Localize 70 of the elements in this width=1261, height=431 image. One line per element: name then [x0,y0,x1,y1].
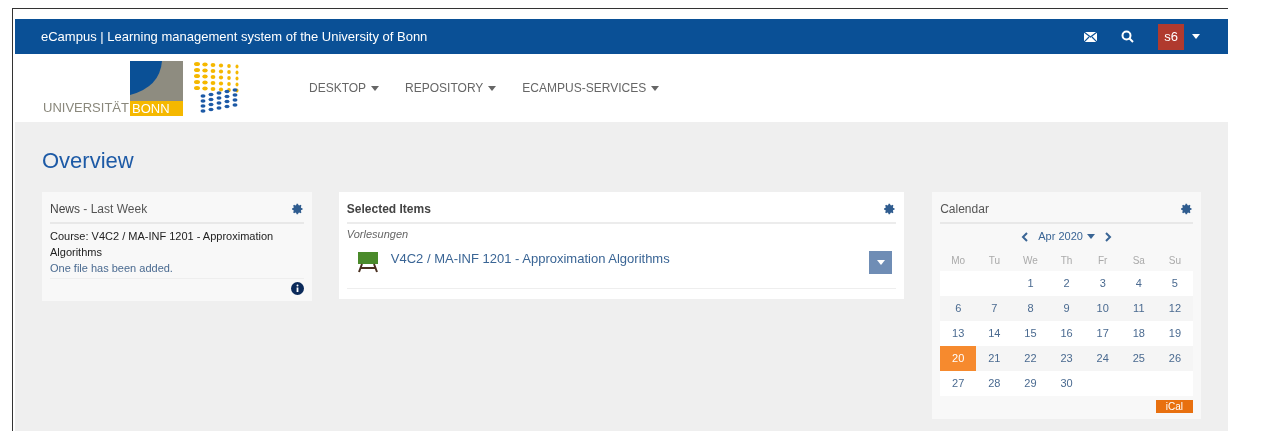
calendar-day[interactable]: 28 [976,371,1013,396]
group-label: Vorlesungen [346,227,410,242]
info-icon[interactable] [290,282,304,295]
news-course: Course: V4C2 / MA-INF 1201 - Approximation Algorithms [50,229,275,260]
calendar-day[interactable]: 21 [976,346,1013,371]
course-link[interactable]: V4C2 / MA-INF 1201 - Approximation Algorithms [390,248,670,268]
page-title: Overview [42,147,135,175]
calendar-day[interactable]: 4 [1120,271,1157,296]
calendar-day[interactable]: 2 [1048,271,1085,296]
calendar-day[interactable]: 7 [976,296,1013,321]
ical-button[interactable]: iCal [1155,400,1193,413]
panel-title: Selected Items [346,201,431,218]
search-icon[interactable] [1121,30,1134,43]
calendar-day[interactable]: 8 [1012,296,1049,321]
logo-highlight: BONN [129,101,183,116]
calendar-day[interactable]: 26 [1156,346,1193,371]
calendar-day[interactable]: 3 [1084,271,1121,296]
panel-title: News - Last Week [50,201,148,218]
calendar-day[interactable]: 30 [1048,371,1085,396]
weekday-label: Mo [950,253,967,268]
calendar-day[interactable]: 18 [1120,321,1157,346]
news-message[interactable]: One file has been added. [50,260,304,276]
calendar-day[interactable]: 14 [976,321,1013,346]
logo-wordmark: UNIVERSITÄT [43,101,129,114]
calendar-day[interactable]: 19 [1156,321,1193,346]
calendar-day[interactable]: 24 [1084,346,1121,371]
previous-month-icon[interactable] [1021,231,1029,242]
calendar-day[interactable]: 25 [1120,346,1157,371]
mail-icon[interactable] [1084,31,1097,42]
calendar-day[interactable]: 5 [1156,271,1193,296]
next-month-icon[interactable] [1104,231,1112,242]
caret-icon [876,259,885,265]
weekday-label: We [1022,253,1039,268]
actions-dropdown-button[interactable] [869,250,893,274]
logo-mark-icon [129,61,183,101]
nav-menu[interactable]: DESKTOP [308,79,380,97]
weekday-label: Fr [1096,253,1109,268]
weekday-label: Tu [987,253,1001,268]
settings-icon[interactable] [1181,203,1193,215]
weekday-label: Sa [1131,253,1146,268]
calendar-day[interactable]: 13 [940,321,977,346]
calendar-day[interactable]: 6 [940,296,977,321]
caret-icon [1086,234,1095,239]
user-avatar[interactable]: s6 [1158,23,1184,50]
settings-icon[interactable] [884,203,897,215]
calendar-day[interactable]: 16 [1048,321,1085,346]
caret-icon [488,85,497,91]
calendar-day[interactable]: 17 [1084,321,1121,346]
month-selector[interactable]: Apr 2020 [1038,228,1095,245]
weekday-label: Su [1167,253,1183,268]
calendar-day[interactable]: 23 [1048,346,1085,371]
panel-title: Calendar [940,201,989,218]
caret-icon [651,85,660,91]
calendar-day[interactable]: 1 [1012,271,1049,296]
calendar-day[interactable]: 11 [1120,296,1157,321]
caret-icon [1192,34,1200,39]
calendar-day[interactable]: 9 [1048,296,1085,321]
site-title: eCampus | Learning management system of the University of Bonn [41,27,428,46]
weekday-label: Th [1059,253,1074,268]
nav-menu[interactable]: REPOSITORY [405,79,497,97]
calendar-day[interactable]: 15 [1012,321,1049,346]
caret-icon [371,85,380,91]
chalkboard-icon [356,251,379,274]
calendar-day[interactable]: 22 [1012,346,1049,371]
nav-menu[interactable]: ECAMPUS-SERVICES [522,79,660,97]
settings-icon[interactable] [291,203,304,215]
calendar-day[interactable]: 12 [1156,296,1193,321]
calendar-day[interactable]: 10 [1084,296,1121,321]
calendar-day[interactable]: 29 [1012,371,1049,396]
calendar-day[interactable]: 27 [940,371,977,396]
